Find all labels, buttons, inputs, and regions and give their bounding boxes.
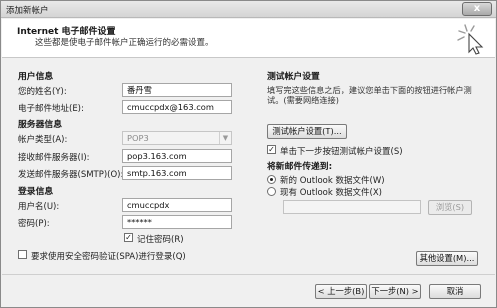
spa-checkbox[interactable] (18, 250, 27, 259)
test-account-button[interactable]: 测试帐户设置(T)... (267, 124, 347, 139)
incoming-server-field[interactable]: pop3.163.com (122, 149, 232, 163)
remember-password-checkbox[interactable]: ✓ (124, 233, 133, 242)
email-label: 电子邮件地址(E): (18, 104, 84, 114)
auto-test-label: 单击下一步按钮测试帐户设置(S) (280, 147, 403, 157)
delivery-heading: 将新邮件传递到: (267, 162, 333, 172)
account-type-label: 帐户类型(A): (18, 135, 68, 145)
existing-data-file-label: 现有 Outlook 数据文件(X) (280, 188, 382, 198)
auto-test-checkbox[interactable]: ✓ (267, 145, 276, 154)
cursor-click-icon (457, 24, 484, 55)
more-settings-button[interactable]: 其他设置(M)... (416, 251, 478, 266)
password-label: 密码(P): (18, 219, 50, 229)
chevron-down-icon: ▼ (219, 132, 231, 144)
data-file-path-field[interactable] (283, 200, 421, 214)
browse-button[interactable]: 浏览(S) (428, 200, 472, 215)
dialog-header: Internet 电子邮件设置 这些都是使电子邮件帐户正确运行的必需设置。 (2, 19, 495, 58)
login-info-heading: 登录信息 (18, 187, 54, 197)
add-account-dialog: 添加新帐户 x Internet 电子邮件设置 这些都是使电子邮件帐户正确运行的… (0, 0, 497, 308)
next-button[interactable]: 下一步(N) > (369, 284, 421, 299)
incoming-server-label: 接收邮件服务器(I): (18, 153, 90, 163)
header-subtitle: 这些都是使电子邮件帐户正确运行的必需设置。 (35, 38, 214, 48)
outgoing-server-field[interactable]: smtp.163.com (122, 166, 232, 180)
account-type-value: POP3 (127, 133, 149, 143)
footer-divider (2, 274, 495, 275)
new-data-file-radio[interactable] (267, 175, 276, 184)
email-field[interactable]: cmuccpdx@163.com (122, 100, 232, 114)
username-label: 用户名(U): (18, 202, 60, 212)
cancel-button[interactable]: 取消 (429, 284, 481, 299)
remember-password-label: 记住密码(R) (137, 235, 184, 245)
spa-label: 要求使用安全密码验证(SPA)进行登录(Q) (31, 252, 186, 262)
title-bar: 添加新帐户 x (1, 1, 496, 18)
new-data-file-label: 新的 Outlook 数据文件(W) (280, 176, 385, 186)
window-title: 添加新帐户 (6, 6, 49, 16)
outgoing-server-label: 发送邮件服务器(SMTP)(O): (18, 170, 124, 180)
name-field[interactable]: 番丹雪 (122, 83, 232, 97)
test-description: 填写完这些信息之后，建议您单击下面的按钮进行帐户测试。(需要网络连接) (267, 85, 472, 105)
back-button[interactable]: < 上一步(B) (315, 284, 367, 299)
password-field[interactable]: ****** (122, 215, 232, 229)
username-field[interactable]: cmuccpdx (122, 198, 232, 212)
server-info-heading: 服务器信息 (18, 120, 62, 130)
existing-data-file-radio[interactable] (267, 187, 276, 196)
test-settings-heading: 测试帐户设置 (267, 72, 320, 82)
account-type-select[interactable]: POP3 ▼ (122, 131, 232, 145)
close-icon: x (473, 3, 481, 14)
close-button[interactable]: x (462, 2, 492, 16)
user-info-heading: 用户信息 (18, 72, 54, 82)
name-label: 您的姓名(Y): (18, 87, 67, 97)
